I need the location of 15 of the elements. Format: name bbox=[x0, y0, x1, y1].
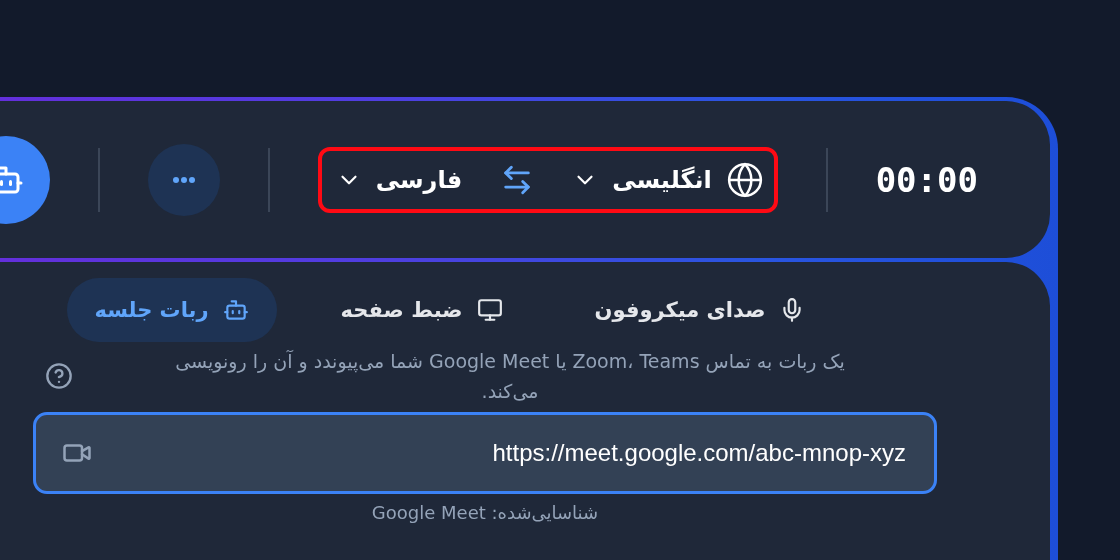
source-language-dropdown[interactable]: انگلیسی bbox=[572, 160, 764, 199]
timer: 00:00 bbox=[875, 159, 978, 200]
help-icon[interactable] bbox=[45, 362, 73, 390]
mode-tab[interactable]: ربات جلسه bbox=[66, 278, 277, 342]
detected-platform-text: شناسایی‌شده: Google Meet bbox=[371, 502, 599, 523]
mode-tab[interactable]: صدای میکروفون bbox=[566, 278, 834, 342]
mode-tab[interactable]: ضبط صفحه bbox=[312, 278, 531, 342]
meeting-link-field[interactable]: https://meet.google.com/abc-mnop-xyz bbox=[33, 412, 937, 494]
globe-icon bbox=[725, 160, 764, 199]
meeting-link-input[interactable]: https://meet.google.com/abc-mnop-xyz bbox=[108, 438, 908, 468]
target-language-dropdown[interactable]: فارسی bbox=[335, 165, 463, 194]
monitor-icon bbox=[476, 297, 503, 323]
description-text: یک ربات به تماس Zoom، Teams یا Google Meet شما می‌پیوندد و آن را رونویسی می‌کند. bbox=[174, 349, 846, 404]
robot-icon bbox=[222, 297, 249, 323]
ellipsis-icon bbox=[172, 176, 195, 183]
